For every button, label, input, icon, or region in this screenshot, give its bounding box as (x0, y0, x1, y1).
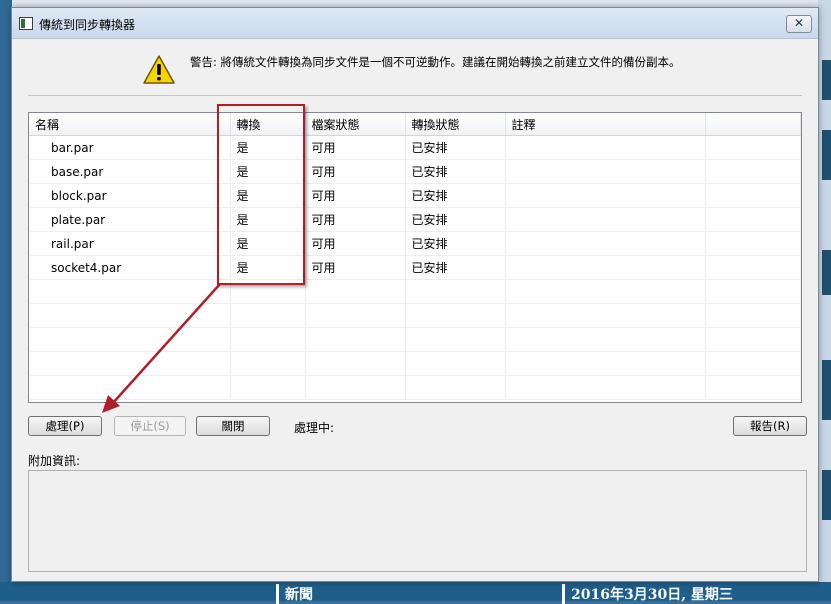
column-header-convert-status[interactable]: 轉換狀態 (405, 113, 506, 136)
stop-button[interactable]: 停止(S) (114, 416, 186, 436)
table-header-row: 名稱 轉換 檔案狀態 轉換狀態 註釋 (29, 113, 801, 136)
background-right-panel (818, 0, 831, 601)
cell-name: base.par (29, 159, 231, 184)
additional-info-label: 附加資訊: (28, 454, 81, 468)
report-button[interactable]: 報告(R) (733, 416, 807, 436)
cell-name: plate.par (29, 207, 231, 232)
cell-name: rail.par (29, 231, 231, 256)
cell-file-status: 可用 (305, 183, 406, 208)
app-icon (19, 17, 33, 30)
cell-convert-status: 已安排 (405, 183, 506, 208)
table-row[interactable]: plate.par 是 可用 已安排 (29, 207, 801, 232)
table-row[interactable]: block.par 是 可用 已安排 (29, 183, 801, 208)
table-row[interactable]: bar.par 是 可用 已安排 (29, 135, 801, 160)
warning-triangle-icon (143, 55, 175, 84)
cell-name: block.par (29, 183, 231, 208)
news-label: 新聞 (276, 584, 313, 604)
cell-convert-status: 已安排 (405, 207, 506, 232)
cell-convert-status: 已安排 (405, 159, 506, 184)
cell-file-status: 可用 (305, 135, 406, 160)
cell-name: bar.par (29, 135, 231, 160)
background-taskbar: 新聞 2016年3月30日, 星期三 (0, 582, 831, 604)
window-title: 傳統到同步轉換器 (39, 18, 136, 32)
cell-name: socket4.par (29, 255, 231, 280)
annotation-arrow-icon (102, 283, 221, 413)
date-label: 2016年3月30日, 星期三 (562, 584, 733, 604)
table-row[interactable]: rail.par 是 可用 已安排 (29, 231, 801, 256)
cell-convert-status: 已安排 (405, 255, 506, 280)
cell-file-status: 可用 (305, 207, 406, 232)
table-row[interactable]: base.par 是 可用 已安排 (29, 159, 801, 184)
cell-comment (505, 135, 706, 160)
cell-comment (505, 159, 706, 184)
cell-comment (505, 231, 706, 256)
processing-status-label: 處理中: (294, 421, 335, 435)
cell-comment (505, 255, 706, 280)
column-header-comment[interactable]: 註釋 (505, 113, 706, 136)
additional-info-box[interactable] (28, 470, 807, 572)
cell-comment (505, 207, 706, 232)
separator (28, 95, 802, 96)
cell-file-status: 可用 (305, 231, 406, 256)
cell-file-status: 可用 (305, 159, 406, 184)
cell-file-status: 可用 (305, 255, 406, 280)
annotation-highlight-box (217, 104, 305, 285)
cell-convert-status: 已安排 (405, 231, 506, 256)
cell-comment (505, 183, 706, 208)
converter-dialog: 傳統到同步轉換器 ✕ 警告: 將傳統文件轉換為同步文件是一個不可逆動作。建議在開… (11, 7, 819, 582)
cell-convert-status: 已安排 (405, 135, 506, 160)
column-header-filler (705, 113, 801, 136)
warning-message: 警告: 將傳統文件轉換為同步文件是一個不可逆動作。建議在開始轉換之前建立文件的備… (190, 55, 681, 69)
table-row[interactable]: socket4.par 是 可用 已安排 (29, 255, 801, 280)
title-bar[interactable]: 傳統到同步轉換器 ✕ (12, 8, 818, 39)
close-window-button[interactable]: ✕ (786, 15, 812, 33)
column-header-file-status[interactable]: 檔案狀態 (305, 113, 406, 136)
close-button[interactable]: 關閉 (196, 416, 270, 436)
column-header-name[interactable]: 名稱 (29, 113, 231, 136)
process-button[interactable]: 處理(P) (28, 416, 102, 436)
